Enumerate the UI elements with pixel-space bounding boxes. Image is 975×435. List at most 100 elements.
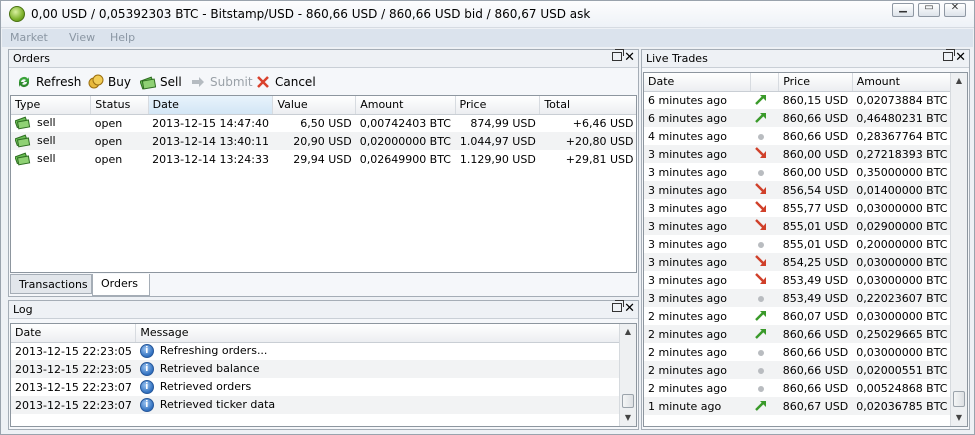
table-row[interactable]: 2013-12-15 22:23:07 i Retrieved orders — [11, 378, 621, 396]
live-trades-panel: Live Trades ✕ Date Price Amount 6 minute… — [641, 49, 970, 430]
trend-up-arrow-icon — [754, 326, 768, 340]
order-value: 6,50 USD — [300, 116, 352, 130]
trade-date: 3 minutes ago — [644, 145, 751, 163]
trade-price: 853,49 USD — [782, 273, 849, 287]
live-trades-titlebar[interactable]: Live Trades ✕ — [642, 49, 969, 68]
close-panel-icon[interactable]: ✕ — [955, 50, 966, 65]
column-header-trend[interactable] — [750, 73, 780, 92]
float-panel-icon[interactable] — [612, 300, 624, 312]
trade-price: 860,07 USD — [782, 309, 849, 323]
trade-price: 860,00 USD — [778, 145, 853, 163]
buy-button[interactable]: Buy — [88, 73, 131, 91]
column-header-status[interactable]: Status — [90, 96, 149, 115]
buy-label: Buy — [108, 75, 131, 89]
trade-amount: 0,27218393 BTC — [852, 145, 952, 163]
float-panel-icon[interactable] — [943, 49, 955, 61]
column-header-type[interactable]: Type — [11, 96, 92, 115]
column-header-price[interactable]: Price — [455, 96, 541, 115]
log-scrollbar[interactable]: ▲ ▼ — [619, 324, 636, 426]
table-row[interactable]: 6 minutes ago 860,15 USD 0,02073884 BTC — [644, 91, 952, 109]
table-row[interactable]: 2013-12-15 22:23:07 i Retrieved ticker dat… — [11, 396, 621, 414]
table-row[interactable]: 2 minutes ago 860,07 USD 0,03000000 BTC — [644, 307, 952, 325]
minimize-button[interactable]: ▁ — [892, 2, 914, 17]
orders-panel-titlebar[interactable]: Orders ✕ — [9, 49, 638, 68]
order-date: 2013-12-15 14:47:40 — [152, 116, 269, 130]
title-bar[interactable]: 0,00 USD / 0,05392303 BTC - Bitstamp/USD… — [1, 1, 974, 28]
log-message: Retrieved orders — [159, 380, 252, 393]
table-row[interactable]: 3 minutes ago 855,77 USD 0,03000000 BTC — [644, 199, 952, 217]
column-header-amount[interactable]: Amount — [852, 73, 953, 92]
window-title: 0,00 USD / 0,05392303 BTC - Bitstamp/USD… — [31, 7, 591, 21]
trade-amount: 0,02900000 BTC — [852, 217, 952, 235]
table-row[interactable]: 3 minutes ago 854,25 USD 0,03000000 BTC — [644, 253, 952, 271]
table-row[interactable]: sell open 2013-12-14 13:40:11 20,90 USD 0,02… — [11, 132, 636, 150]
menu-view[interactable]: View — [69, 31, 95, 44]
close-panel-icon[interactable]: ✕ — [624, 301, 635, 316]
column-header-amount[interactable]: Amount — [355, 96, 456, 115]
scroll-up-arrow-icon[interactable]: ▲ — [951, 73, 967, 89]
menu-help[interactable]: Help — [110, 31, 135, 44]
column-header-date[interactable]: Date — [148, 96, 274, 115]
info-icon: i — [139, 344, 154, 359]
menu-market[interactable]: Market — [10, 31, 48, 44]
table-row[interactable]: 2 minutes ago 860,66 USD 0,02000551 BTC — [644, 361, 952, 379]
table-row[interactable]: 3 minutes ago 860,00 USD 0,35000000 BTC — [644, 163, 952, 181]
sell-button[interactable]: Sell — [139, 73, 182, 91]
table-row[interactable]: 2 minutes ago 860,66 USD 0,25029665 BTC — [644, 325, 952, 343]
table-row[interactable]: 2013-12-15 22:23:05 i Refreshing orders... — [11, 342, 621, 360]
scroll-down-arrow-icon[interactable]: ▼ — [620, 410, 636, 426]
log-message-cell: i Retrieved orders — [136, 378, 621, 396]
float-panel-icon[interactable] — [612, 49, 624, 61]
maximize-button[interactable]: ▭ — [918, 2, 940, 17]
column-header-price[interactable]: Price — [778, 73, 853, 92]
log-message: Retrieved ticker data — [159, 398, 276, 411]
submit-button[interactable]: Submit — [190, 73, 253, 91]
cancel-button[interactable]: Cancel — [255, 73, 316, 91]
app-window: 0,00 USD / 0,05392303 BTC - Bitstamp/USD… — [0, 0, 975, 435]
order-date: 2013-12-14 13:40:11 — [148, 132, 273, 150]
table-row[interactable]: 2 minutes ago 860,66 USD 0,00524868 BTC — [644, 379, 952, 397]
trade-amount: 0,03000000 BTC — [852, 253, 952, 271]
table-row[interactable]: 3 minutes ago 856,54 USD 0,01400000 BTC — [644, 181, 952, 199]
trade-date: 2 minutes ago — [644, 361, 751, 379]
column-header-total[interactable]: Total — [539, 96, 636, 115]
table-row[interactable]: sell open 2013-12-14 13:24:33 29,94 USD 0,02… — [11, 150, 636, 168]
trade-amount: 0,20000000 BTC — [856, 237, 948, 251]
log-panel-titlebar[interactable]: Log ✕ — [9, 300, 638, 319]
trend-flat-dot-icon — [758, 367, 765, 374]
close-panel-icon[interactable]: ✕ — [624, 50, 635, 65]
order-type-cell: sell — [11, 132, 91, 150]
live-trades-scrollbar[interactable]: ▲ ▼ — [950, 73, 967, 426]
table-row[interactable]: 1 minute ago 860,67 USD 0,02036785 BTC — [644, 397, 952, 415]
trade-date: 6 minutes ago — [648, 93, 727, 107]
scroll-thumb[interactable] — [622, 394, 634, 408]
scroll-thumb[interactable] — [953, 391, 965, 407]
refresh-button[interactable]: Refresh — [16, 73, 81, 91]
table-row[interactable]: 3 minutes ago 855,01 USD 0,20000000 BTC — [644, 235, 952, 253]
column-header-date[interactable]: Date — [11, 324, 137, 343]
table-row[interactable]: 3 minutes ago 860,00 USD 0,27218393 BTC — [644, 145, 952, 163]
trend-flat-dot-icon — [758, 169, 765, 176]
refresh-icon — [16, 74, 32, 90]
scroll-up-arrow-icon[interactable]: ▲ — [620, 324, 636, 340]
column-header-date[interactable]: Date — [644, 73, 751, 92]
trade-price: 853,49 USD — [778, 289, 853, 307]
table-row[interactable]: 3 minutes ago 853,49 USD 0,03000000 BTC — [644, 271, 952, 289]
table-row[interactable]: 2 minutes ago 860,66 USD 0,03000000 BTC — [644, 343, 952, 361]
table-row[interactable]: 6 minutes ago 860,66 USD 0,46480231 BTC — [644, 109, 952, 127]
column-header-message[interactable]: Message — [135, 324, 621, 343]
table-row[interactable]: 2013-12-15 22:23:05 i Retrieved balance — [11, 360, 621, 378]
tab-transactions[interactable]: Transactions — [10, 274, 92, 294]
table-row[interactable]: sell open 2013-12-15 14:47:40 6,50 USD 0,007… — [11, 114, 636, 132]
tab-orders[interactable]: Orders — [92, 274, 150, 296]
order-total: +6,46 USD — [572, 116, 634, 130]
table-row[interactable]: 3 minutes ago 855,01 USD 0,02900000 BTC — [644, 217, 952, 235]
trade-amount: 0,03000000 BTC — [856, 345, 948, 359]
close-window-button[interactable]: ✕ — [944, 2, 966, 17]
table-row[interactable]: 3 minutes ago 853,49 USD 0,22023607 BTC — [644, 289, 952, 307]
trade-amount: 0,28367764 BTC — [856, 129, 948, 143]
cancel-label: Cancel — [275, 75, 316, 89]
column-header-value[interactable]: Value — [272, 96, 357, 115]
scroll-down-arrow-icon[interactable]: ▼ — [951, 410, 967, 426]
table-row[interactable]: 4 minutes ago 860,66 USD 0,28367764 BTC — [644, 127, 952, 145]
